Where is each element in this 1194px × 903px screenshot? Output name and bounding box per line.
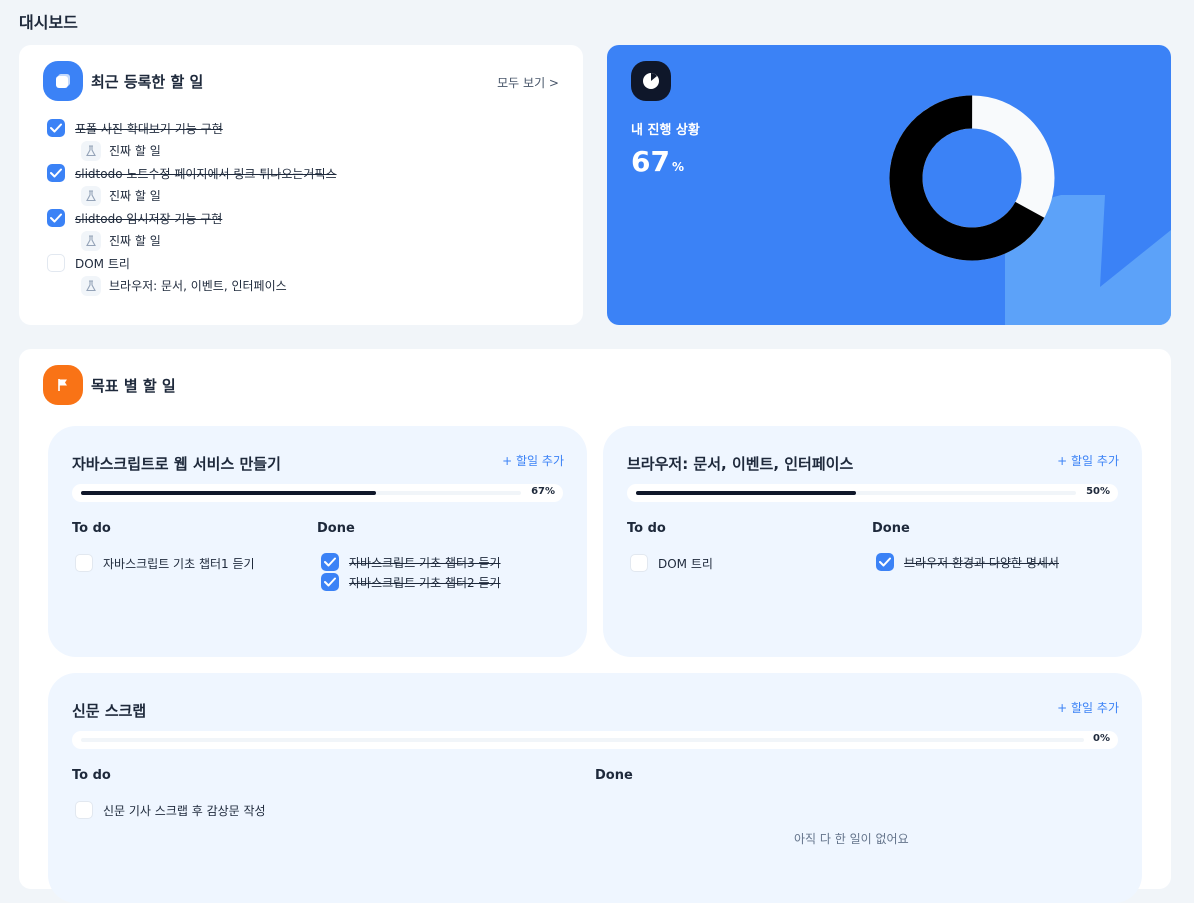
todo-goal-label: 진짜 할 일 xyxy=(109,144,161,158)
goals-title: 목표 별 할 일 xyxy=(91,376,176,395)
goal-progress-bar: 0% xyxy=(72,731,1118,749)
todo-title[interactable]: 브라우저 환경과 다양한 명세서 xyxy=(904,554,1059,571)
add-todo-button[interactable]: + 할일 추가 xyxy=(502,452,564,469)
todo-title[interactable]: slidtodo 임시저장 기능 구현 xyxy=(75,210,222,227)
list-item: 브라우저 환경과 다양한 명세서 xyxy=(876,553,1059,571)
goal-title[interactable]: 신문 스크랩 xyxy=(72,700,146,721)
todo-goal-row: 진짜 할 일 xyxy=(47,229,567,252)
goal-flask-icon xyxy=(81,185,101,206)
list-item: DOM 트리 xyxy=(630,554,713,572)
todo-goal-row: 브라우저: 문서, 이벤트, 인터페이스 xyxy=(47,274,567,297)
flag-icon xyxy=(43,365,83,405)
todo-checkbox[interactable] xyxy=(75,801,93,819)
todo-column-title: To do xyxy=(627,521,666,536)
todo-checkbox[interactable] xyxy=(47,209,65,227)
progress-card: 내 진행 상황 67% xyxy=(607,45,1171,325)
todo-title[interactable]: DOM 트리 xyxy=(75,255,130,272)
todo-goal-row: 진짜 할 일 xyxy=(47,184,567,207)
goal-flask-icon xyxy=(81,275,101,296)
progress-value: 67% xyxy=(631,145,684,178)
list-item: 자바스크립트 기초 챕터2 듣기 xyxy=(321,573,501,591)
list-item: DOM 트리 xyxy=(47,252,567,274)
goal-panel: 자바스크립트로 웹 서비스 만들기 + 할일 추가 67% To do Done… xyxy=(48,426,587,657)
progress-donut-chart xyxy=(889,95,1055,261)
see-all-link[interactable]: 모두 보기 > xyxy=(497,74,559,91)
page-title: 대시보드 xyxy=(19,13,78,32)
recent-todos-header: 최근 등록한 할 일 xyxy=(43,61,203,101)
todo-checkbox[interactable] xyxy=(47,119,65,137)
goal-title[interactable]: 자바스크립트로 웹 서비스 만들기 xyxy=(72,453,281,474)
todo-checkbox[interactable] xyxy=(321,573,339,591)
goal-flask-icon xyxy=(81,140,101,161)
todo-goal-label: 브라우저: 문서, 이벤트, 인터페이스 xyxy=(109,279,287,293)
todo-title[interactable]: 자바스크립트 기초 챕터3 듣기 xyxy=(349,554,501,571)
todo-title[interactable]: 신문 기사 스크랩 후 감상문 작성 xyxy=(103,802,266,819)
progress-pie-icon xyxy=(631,61,671,101)
goal-progress-bar: 67% xyxy=(72,484,563,502)
todo-checkbox[interactable] xyxy=(321,553,339,571)
goal-progress-track xyxy=(636,491,1076,495)
todo-checkbox[interactable] xyxy=(876,553,894,571)
progress-header xyxy=(631,61,671,101)
todo-column-title: To do xyxy=(72,768,111,783)
done-column-title: Done xyxy=(595,768,633,783)
goal-progress-track xyxy=(81,738,1084,742)
todo-checkbox[interactable] xyxy=(47,164,65,182)
todo-checkbox[interactable] xyxy=(75,554,93,572)
list-item: 포폴 사진 확대보기 기능 구현 xyxy=(47,117,567,139)
todo-title[interactable]: 포폴 사진 확대보기 기능 구현 xyxy=(75,120,223,137)
todo-goal-row: 진짜 할 일 xyxy=(47,139,567,162)
goal-progress-fill xyxy=(81,491,376,495)
goals-header: 목표 별 할 일 xyxy=(43,365,176,405)
list-item: 자바스크립트 기초 챕터3 듣기 xyxy=(321,553,501,571)
recent-todos-title: 최근 등록한 할 일 xyxy=(91,72,204,91)
goal-progress-percent: 50% xyxy=(1086,486,1110,497)
add-todo-button[interactable]: + 할일 추가 xyxy=(1057,699,1119,716)
progress-unit: % xyxy=(671,160,684,174)
list-item: 자바스크립트 기초 챕터1 듣기 xyxy=(75,554,255,572)
goal-flask-icon xyxy=(81,230,101,251)
done-column-title: Done xyxy=(317,521,355,536)
done-column-title: Done xyxy=(872,521,910,536)
recent-todo-list: 포폴 사진 확대보기 기능 구현 진짜 할 일 slidtodo 노트수정 페이… xyxy=(47,117,567,297)
todo-title[interactable]: slidtodo 노트수정 페이지에서 링크 튀나오는거픽스 xyxy=(75,165,337,182)
add-todo-button[interactable]: + 할일 추가 xyxy=(1057,452,1119,469)
todo-checkbox[interactable] xyxy=(47,254,65,272)
goal-progress-bar: 50% xyxy=(627,484,1118,502)
recent-todos-card: 최근 등록한 할 일 모두 보기 > 포폴 사진 확대보기 기능 구현 진짜 할… xyxy=(19,45,583,325)
todo-title[interactable]: DOM 트리 xyxy=(658,555,713,572)
list-item: slidtodo 노트수정 페이지에서 링크 튀나오는거픽스 xyxy=(47,162,567,184)
goal-progress-track xyxy=(81,491,521,495)
todo-column-title: To do xyxy=(72,521,111,536)
goal-progress-percent: 0% xyxy=(1093,733,1110,744)
goals-card: 목표 별 할 일 자바스크립트로 웹 서비스 만들기 + 할일 추가 67% T… xyxy=(19,349,1171,903)
todo-goal-label: 진짜 할 일 xyxy=(109,234,161,248)
goal-panel: 브라우저: 문서, 이벤트, 인터페이스 + 할일 추가 50% To do D… xyxy=(603,426,1142,657)
todo-title[interactable]: 자바스크립트 기초 챕터2 듣기 xyxy=(349,574,501,591)
progress-label: 내 진행 상황 xyxy=(631,123,700,138)
goal-progress-fill xyxy=(636,491,856,495)
goal-title[interactable]: 브라우저: 문서, 이벤트, 인터페이스 xyxy=(627,453,853,474)
todo-goal-label: 진짜 할 일 xyxy=(109,189,161,203)
todo-title[interactable]: 자바스크립트 기초 챕터1 듣기 xyxy=(103,555,255,572)
todo-list-icon xyxy=(43,61,83,101)
goal-progress-percent: 67% xyxy=(531,486,555,497)
todo-checkbox[interactable] xyxy=(630,554,648,572)
list-item: 신문 기사 스크랩 후 감상문 작성 xyxy=(75,801,266,819)
empty-done-message: 아직 다 한 일이 없어요 xyxy=(794,832,909,846)
list-item: slidtodo 임시저장 기능 구현 xyxy=(47,207,567,229)
progress-number: 67 xyxy=(631,145,670,178)
